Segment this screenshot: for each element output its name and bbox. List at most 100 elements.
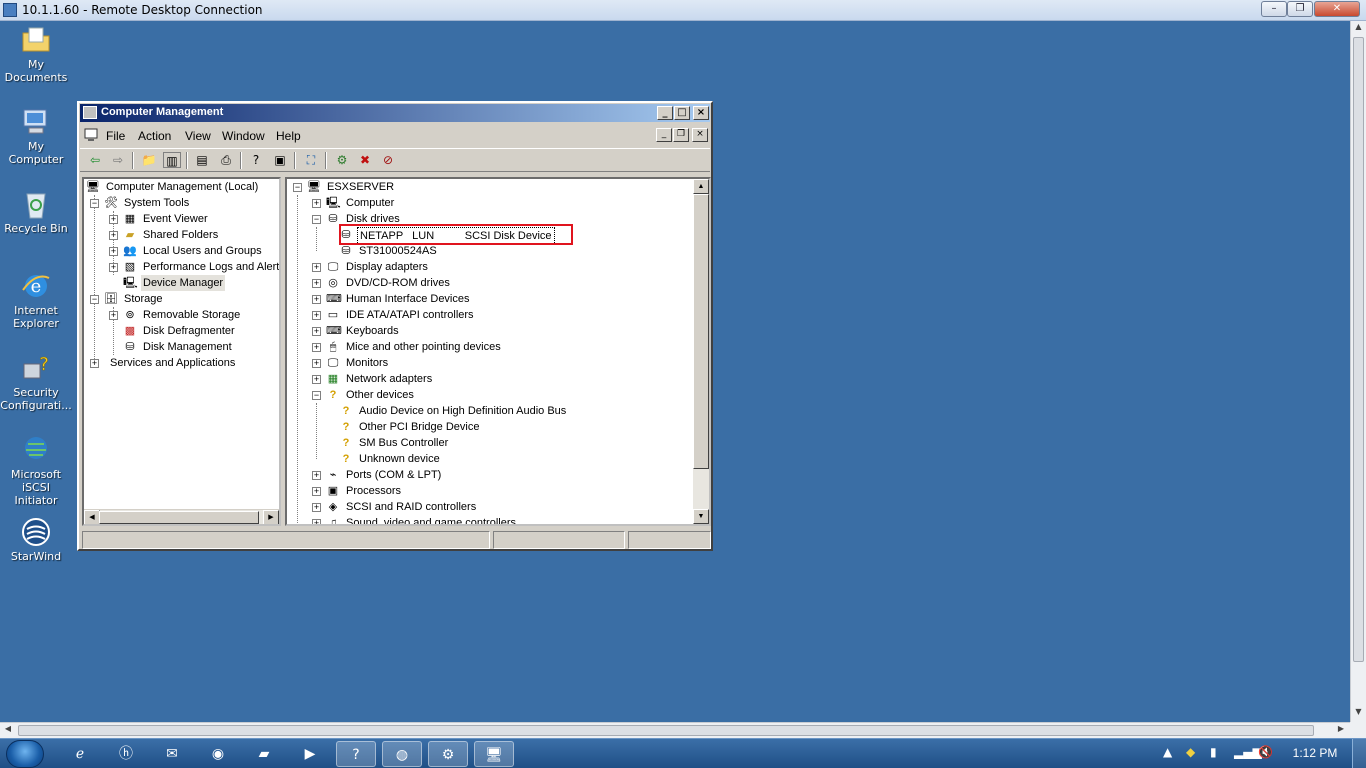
menu-action[interactable]: Action — [138, 129, 171, 143]
users-icon: 👥 — [123, 245, 137, 257]
rdp-restore-button[interactable]: ❐ — [1287, 1, 1313, 17]
expand-toggle[interactable]: + — [109, 215, 118, 224]
expand-toggle[interactable]: + — [312, 295, 321, 304]
security-config-taskbar-icon[interactable]: ? — [336, 741, 376, 767]
cm-close-button[interactable]: × — [693, 106, 709, 120]
taskbar-clock[interactable]: 1:12 PM — [1280, 746, 1350, 760]
scroll-left-arrow-icon[interactable]: ◀ — [84, 510, 100, 524]
back-arrow-icon[interactable]: ⇦ — [86, 152, 104, 168]
expand-toggle[interactable]: + — [109, 247, 118, 256]
properties-icon[interactable]: ▤ — [193, 152, 211, 168]
rdp-vertical-scrollbar[interactable]: ▲ ▼ — [1350, 21, 1366, 722]
expand-toggle[interactable]: + — [312, 263, 321, 272]
expand-toggle[interactable]: + — [312, 519, 321, 524]
start-button[interactable] — [6, 740, 44, 768]
desktop-icon-iscsi-initiator[interactable]: Microsoft iSCSI Initiator — [0, 434, 72, 507]
uninstall-icon[interactable]: ✖ — [356, 152, 374, 168]
tree-item-label: Audio Device on High Definition Audio Bu… — [359, 405, 567, 417]
expand-toggle[interactable]: + — [312, 471, 321, 480]
show-hide-tree-icon[interactable]: ▥ — [163, 152, 181, 168]
expand-toggle[interactable]: + — [312, 343, 321, 352]
storage-icon: 🗄 — [104, 293, 118, 305]
explorer-folder-icon[interactable]: ▰ — [244, 741, 284, 767]
media-player-icon[interactable]: ▶ — [290, 741, 330, 767]
mdi-close-button[interactable]: × — [692, 128, 708, 142]
expand-toggle[interactable]: + — [312, 311, 321, 320]
device-pane-vertical-scrollbar[interactable]: ▲ ▼ — [693, 179, 709, 524]
scroll-down-arrow-icon[interactable]: ▼ — [1351, 707, 1366, 721]
chrome-icon[interactable]: ◍ — [382, 741, 422, 767]
toolbar-separator — [186, 152, 188, 169]
tray-app-icon[interactable]: ◆ — [1186, 745, 1195, 759]
scrollbar-thumb[interactable] — [18, 725, 1314, 736]
expand-toggle[interactable]: + — [312, 279, 321, 288]
collapse-toggle[interactable]: − — [312, 391, 321, 400]
expand-toggle[interactable]: + — [312, 199, 321, 208]
disable-device-icon[interactable]: ⊘ — [379, 152, 397, 168]
expand-toggle[interactable]: + — [312, 327, 321, 336]
expand-toggle[interactable]: + — [90, 359, 99, 368]
expand-toggle[interactable]: + — [109, 311, 118, 320]
mdi-restore-button[interactable]: ❐ — [673, 128, 689, 142]
left-pane-horizontal-scrollbar[interactable]: ◀ ▶ — [84, 509, 279, 524]
desktop-icon-internet-explorer[interactable]: e Internet Explorer — [0, 270, 72, 330]
desktop-icon-starwind[interactable]: StarWind — [0, 516, 72, 563]
scroll-left-arrow-icon[interactable]: ◀ — [1, 724, 15, 738]
menu-file[interactable]: File — [106, 129, 125, 143]
forward-arrow-icon[interactable]: ⇨ — [109, 152, 127, 168]
power-icon[interactable]: ▮ — [1210, 745, 1217, 759]
collapse-toggle[interactable]: − — [293, 183, 302, 192]
media-center-icon[interactable]: ◉ — [198, 741, 238, 767]
desktop-icon-my-documents[interactable]: My Documents — [0, 24, 72, 84]
menu-view[interactable]: View — [185, 129, 211, 143]
expand-toggle[interactable]: + — [312, 503, 321, 512]
scrollbar-thumb[interactable] — [99, 511, 259, 524]
scroll-down-arrow-icon[interactable]: ▼ — [693, 509, 709, 524]
print-icon[interactable]: ⎙ — [217, 152, 235, 168]
cm-statusbar — [82, 531, 711, 549]
tree-item-label: Keyboards — [346, 325, 399, 337]
rdp-horizontal-scrollbar[interactable]: ◀ ▶ — [0, 722, 1350, 738]
scroll-right-arrow-icon[interactable]: ▶ — [263, 510, 279, 524]
show-action-pane-icon[interactable]: ▣ — [271, 152, 289, 168]
app-taskbar-icon[interactable]: ⚙ — [428, 741, 468, 767]
menu-window[interactable]: Window — [222, 129, 265, 143]
scroll-up-arrow-icon[interactable]: ▲ — [693, 179, 709, 194]
scrollbar-thumb[interactable] — [1353, 37, 1364, 662]
expand-toggle[interactable]: + — [312, 359, 321, 368]
outlook-icon[interactable]: ✉ — [152, 741, 192, 767]
desktop-icon-my-computer[interactable]: My Computer — [0, 106, 72, 166]
cm-minimize-button[interactable]: _ — [657, 106, 673, 120]
collapse-toggle[interactable]: − — [90, 295, 99, 304]
rdp-minimize-button[interactable]: – — [1261, 1, 1287, 17]
cm-maximize-button[interactable]: □ — [674, 106, 690, 120]
scroll-up-arrow-icon[interactable]: ▲ — [1351, 22, 1366, 36]
show-desktop-button[interactable] — [1352, 739, 1366, 768]
show-hidden-icons-icon[interactable]: ▲ — [1163, 745, 1172, 759]
scroll-right-arrow-icon[interactable]: ▶ — [1334, 724, 1348, 738]
scrollbar-thumb[interactable] — [693, 194, 709, 469]
remote-desktop-taskbar-icon[interactable]: 🖥 — [474, 741, 514, 767]
internet-explorer-icon[interactable]: ℯ — [60, 741, 100, 767]
menu-help[interactable]: Help — [276, 129, 301, 143]
update-driver-icon[interactable]: ⚙ — [333, 152, 351, 168]
mdi-minimize-button[interactable]: _ — [656, 128, 672, 142]
expand-toggle[interactable]: + — [312, 375, 321, 384]
up-folder-icon[interactable]: 📁 — [140, 152, 158, 168]
desktop-icon-security-configuration[interactable]: ? Security Configurati... — [0, 352, 72, 412]
expand-toggle[interactable]: + — [109, 263, 118, 272]
volume-muted-icon[interactable]: 🔇 — [1258, 745, 1273, 759]
collapse-toggle[interactable]: − — [90, 199, 99, 208]
collapse-toggle[interactable]: − — [312, 215, 321, 224]
expand-toggle[interactable]: + — [312, 487, 321, 496]
help-icon[interactable]: ? — [247, 152, 265, 168]
hp-icon[interactable]: ⓗ — [106, 741, 146, 767]
scsi-controller-icon: ◈ — [328, 501, 338, 513]
desktop-icon-recycle-bin[interactable]: Recycle Bin — [0, 188, 72, 235]
rdp-close-button[interactable]: ✕ — [1314, 1, 1360, 17]
scan-hardware-icon[interactable]: ⛶ — [302, 152, 320, 168]
expand-toggle[interactable]: + — [109, 231, 118, 240]
tree-item-label: Ports (COM & LPT) — [346, 469, 442, 481]
cm-titlebar[interactable]: Computer Management _ □ × — [80, 104, 710, 122]
tree-item-label: Mice and other pointing devices — [346, 341, 501, 353]
